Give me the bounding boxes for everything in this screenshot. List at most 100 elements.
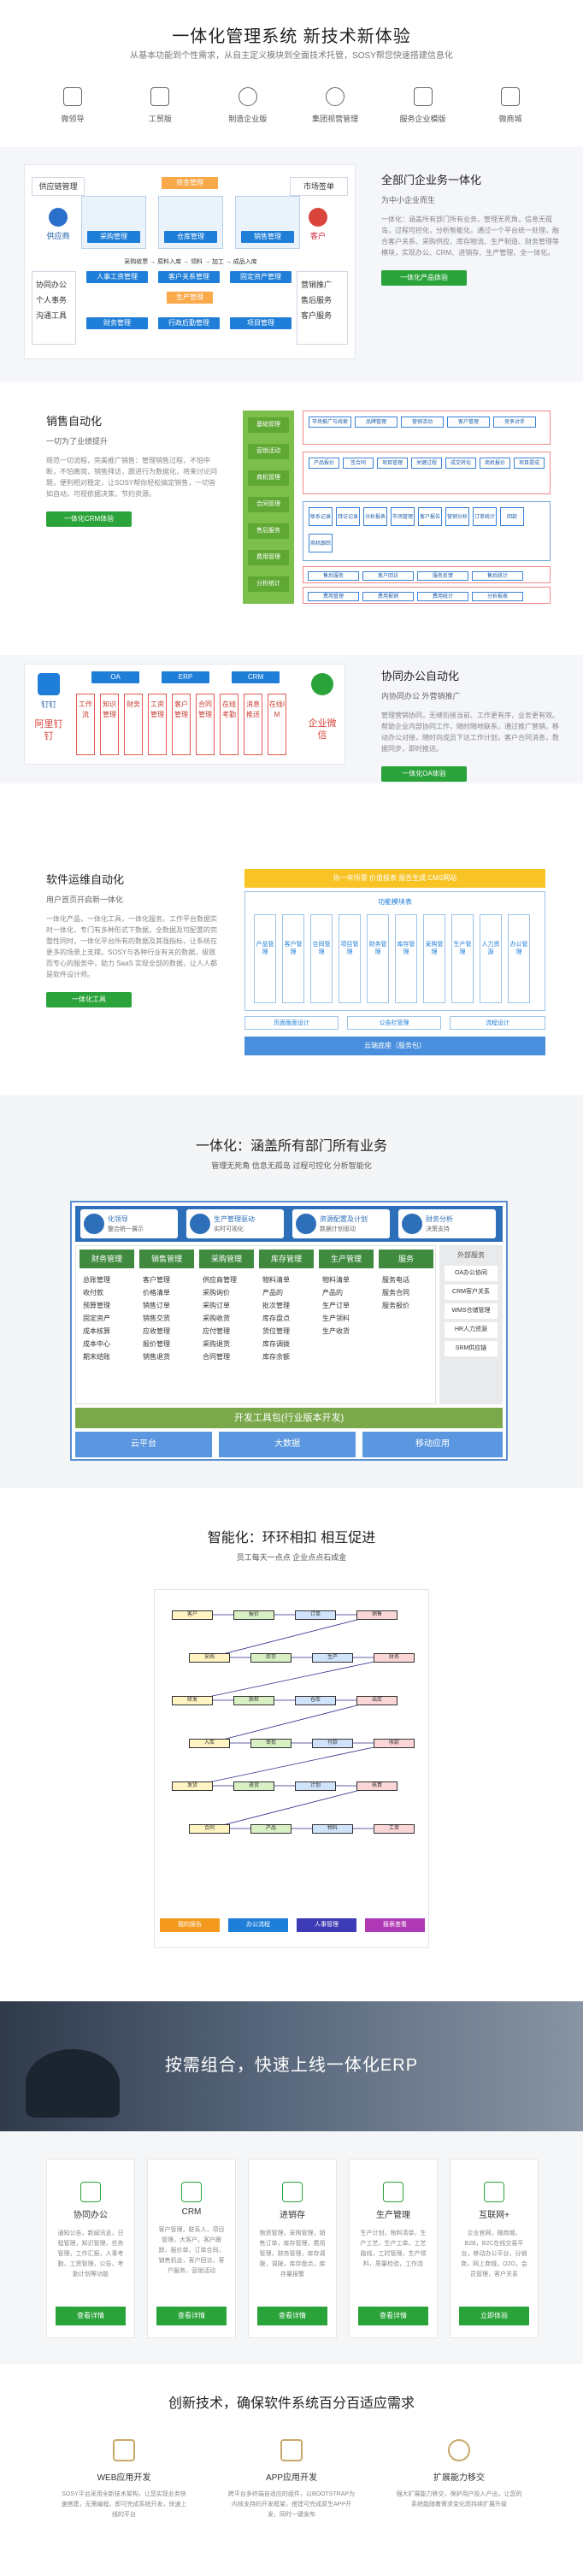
erp-diagram: 供应链管理 供应商 市场签单 客户 资金管理 采购管理 仓库管理 销售管理 采购…	[24, 164, 356, 359]
feature-label: 工贸版	[148, 115, 172, 123]
market-mgmt: 市场签单	[290, 177, 348, 196]
dept-item: 物料清单	[262, 1276, 290, 1284]
dept-top-item: 财务分析 决策支持	[398, 1209, 496, 1238]
chat-icon	[63, 87, 82, 106]
module-button[interactable]: 查看详情	[257, 2307, 327, 2325]
crm-tab: CRM	[232, 671, 280, 683]
marketing-box: 营销推广 售后服务 客户服务	[297, 271, 348, 345]
dept-item: 客户管理	[143, 1276, 170, 1284]
dept-item: 总账管理	[83, 1276, 110, 1284]
feature-item[interactable]: 服务企业模版	[385, 87, 462, 124]
crm-chip: 费用报销	[362, 592, 414, 601]
dept-col: 客户管理 价格清单 销售订单 销售交货 应收管理 报价管理 销售退货	[143, 1273, 194, 1363]
wechat-icon	[311, 673, 333, 695]
crm-chip: 商机报价	[480, 458, 510, 469]
supplier-label: 供应商	[37, 208, 80, 241]
module-icon	[80, 2182, 101, 2202]
module-button[interactable]: 查看详情	[56, 2307, 126, 2325]
crm-chip: 分析报表	[363, 507, 387, 526]
page: 一体化管理系统 新技术新体验 从基本功能到个性需求，从自主定义模块到全面技术托管…	[0, 0, 583, 2576]
dept-item: 采购订单	[203, 1302, 230, 1309]
oa-col: 消息推送	[244, 694, 262, 755]
section1-desc: 一体化：涵盖所有部门所有业务，管理无死角，信息无孤岛，过程可控化，分析智能化。通…	[381, 216, 559, 257]
flow-node: 核算	[356, 1781, 398, 1791]
dept-item: 生产收货	[322, 1327, 350, 1335]
section3-text: 协同办公自动化 内协同办公 外营销推广 管理营销协同，无缝衔接当前、工作更有序，…	[381, 667, 561, 782]
module-btn: 客户关系管理	[158, 271, 220, 283]
side-head: 外部服务	[457, 1251, 485, 1259]
side-item: SRM供应链	[445, 1341, 498, 1356]
ops-col: 库存管理	[395, 914, 417, 1003]
flow-node: 出库	[356, 1696, 398, 1705]
module-button[interactable]: 立即体验	[459, 2307, 529, 2325]
crm-chip: 客户报告	[418, 507, 442, 526]
ops-col: 人力资源	[480, 914, 502, 1003]
crm-chip: 客户回访	[362, 571, 414, 581]
feature-item[interactable]: 微商城	[472, 87, 549, 124]
legend-item: 人事管理	[297, 1918, 356, 1932]
dept-item: 期末结账	[83, 1353, 110, 1361]
section4-button[interactable]: 一体化工具	[46, 992, 132, 1007]
section1-button[interactable]: 一体化产品体验	[381, 270, 467, 286]
section5-subtitle: 管理无死角 信息无孤岛 过程可控化 分析智能化	[211, 1161, 372, 1170]
oa-tab: OA	[91, 671, 139, 683]
gear-icon	[238, 87, 257, 106]
side-item: WMS仓储管理	[445, 1303, 498, 1319]
flow-purchase: 采购管理	[87, 231, 140, 243]
dept-item: 库存调拨	[262, 1340, 290, 1348]
legend-item: 我的报告	[160, 1918, 220, 1932]
flow-node: 工单	[374, 1824, 415, 1834]
oa-col: 工作流	[76, 694, 95, 755]
customer-label: 客户	[297, 208, 339, 241]
dept-item: 服务电话	[382, 1276, 409, 1284]
crm-chip: 拜访记录	[336, 507, 360, 526]
module-button[interactable]: 查看详情	[156, 2307, 227, 2325]
module-button[interactable]: 查看详情	[358, 2307, 428, 2325]
feature-item[interactable]: 工贸版	[121, 87, 198, 124]
dept-col: 物料清单 产品的 生产订单 生产领料 生产收货	[322, 1273, 374, 1338]
section4-subtitle: 用户首页开启新一体化	[46, 895, 124, 904]
crm-chip: 竞争对手	[493, 417, 536, 428]
dept-top-icon	[190, 1214, 210, 1234]
module-btn: 行政后勤管理	[158, 317, 220, 329]
banner: 按需组合，快速上线一体化ERP	[0, 2001, 583, 2131]
crm-chip: 项目管理	[377, 458, 408, 469]
edit-icon	[150, 87, 170, 106]
dept-item: 预算管理	[83, 1302, 110, 1309]
section2-desc: 规范一切流程，完美推广销售：管理销售过程，不怕中断，不怕离岗，销售拜访，跟进行为…	[46, 457, 217, 498]
crm-chip: 市场管理	[391, 507, 415, 526]
module-title: CRM	[181, 2207, 202, 2217]
feature-item[interactable]: 微领导	[34, 87, 111, 124]
feature-item[interactable]: 制造企业版	[209, 87, 286, 124]
crm-row4: 售后服务 客户回访 服务反馈 售后统计	[303, 566, 551, 583]
dept-item: 库存余额	[262, 1353, 290, 1361]
module-desc: 生产计划，物料清单，生产工艺，生产工单，工艺路线，工时管理，生产领料，质量检验，…	[360, 2230, 427, 2267]
feature-item[interactable]: 集团视营管理	[297, 87, 374, 124]
flow-connector	[209, 1614, 378, 1658]
module-btn: 财务管理	[86, 317, 148, 329]
dept-top-item: 资源配置及计划 数据计划驱动	[292, 1209, 390, 1238]
module-title: 进销存	[280, 2211, 305, 2220]
dept-item: 批次管理	[262, 1302, 290, 1309]
crm-chip: 项目提成	[514, 458, 545, 469]
section3-button[interactable]: 一体化OA体验	[381, 766, 467, 782]
oa-col: 财务	[124, 694, 143, 755]
crm-chip: 服务反馈	[417, 571, 468, 581]
flow-node: 财务	[374, 1653, 415, 1663]
module-title: 协同办公	[74, 2211, 108, 2220]
crm-chip: 客户管理	[447, 417, 490, 428]
section2-button[interactable]: 一体化CRM体验	[46, 511, 132, 527]
crm-row5: 费用管理 费用报销 费用统计 分析报表	[303, 587, 551, 604]
dept-item: 物料清单	[322, 1276, 350, 1284]
dept-diagram: 化领导 整合统一展示 生产管理驱动 实时可视化 资源配置及计划 数据计划驱动 财务分析 决策支…	[70, 1201, 508, 1461]
dept-top-icon	[402, 1214, 422, 1234]
crm-chip: 售后统计	[472, 571, 523, 581]
section3-subtitle: 内协同办公 外营销推广	[381, 692, 461, 700]
clock-icon	[326, 87, 345, 106]
dept-item: 产品的	[262, 1289, 283, 1297]
crm-diagram: 基础管理 营销活动 商机管理 合同管理 售后服务 费用管理 分析统计 市场推广与线索 品牌管理…	[243, 411, 551, 604]
oa-col: 工资管理	[148, 694, 167, 755]
dev-toolkit-bar: 开发工具包(行业版本开发)	[75, 1408, 503, 1428]
cloud-platform: 云平台	[75, 1432, 212, 1457]
crm-chip: 市场推广与线索	[309, 417, 351, 428]
